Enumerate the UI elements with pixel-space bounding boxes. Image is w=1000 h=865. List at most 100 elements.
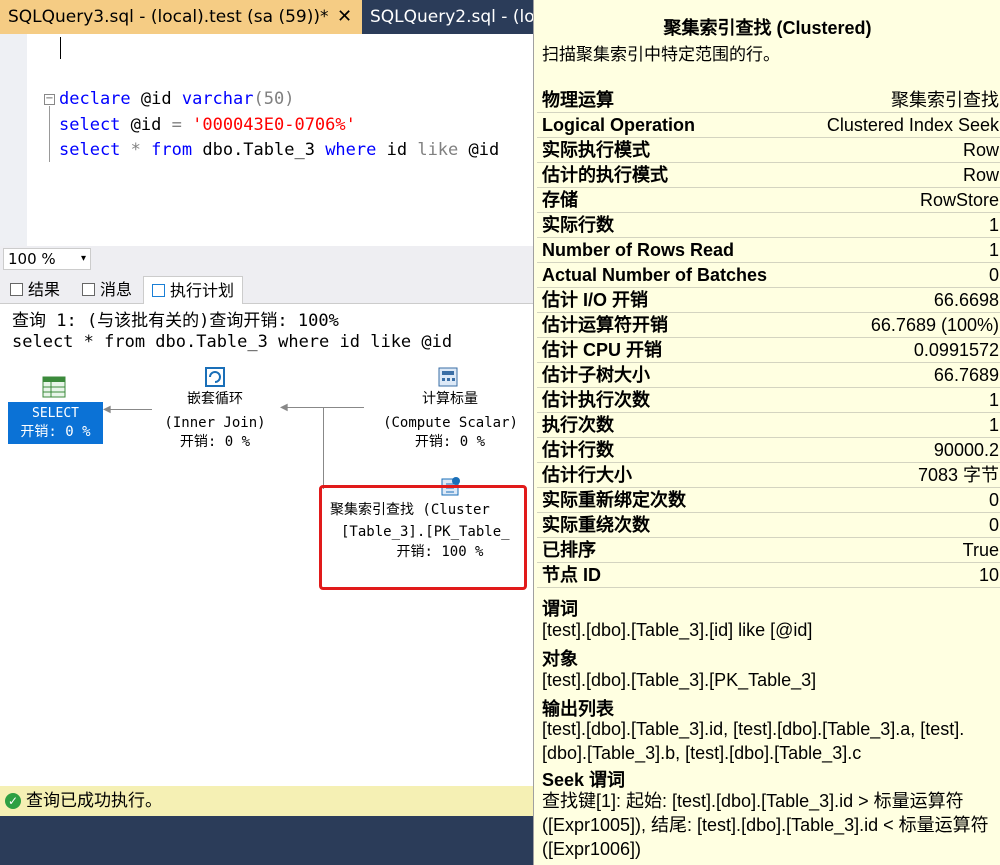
object-value: [test].[dbo].[Table_3].[PK_Table_3] xyxy=(542,670,817,690)
tooltip-title: 聚集索引查找 (Clustered) xyxy=(663,18,872,38)
code-text: id xyxy=(376,140,418,160)
property-value: 66.6698 xyxy=(933,290,999,310)
zoom-bar: 100 % ▾ xyxy=(0,246,540,274)
property-name: 实际重新绑定次数 xyxy=(542,490,686,510)
status-text: 查询已成功执行。 xyxy=(26,791,162,811)
property-value: 0.0991572 xyxy=(913,340,999,360)
select-node-icon xyxy=(42,376,66,398)
tab-sqlquery2[interactable]: SQLQuery2.sql - (lo xyxy=(362,0,562,34)
property-value: 1 xyxy=(988,390,999,410)
property-value: Row xyxy=(962,165,999,185)
tooltip-property-row: 实际执行模式 Row xyxy=(537,138,1000,163)
tooltip-property-row: 物理运算 聚集索引查找 xyxy=(537,88,1000,113)
code-text: @id xyxy=(120,115,172,135)
property-value: 90000.2 xyxy=(933,440,999,460)
property-name: 估计行大小 xyxy=(542,465,632,485)
bottom-strip xyxy=(0,816,540,865)
select-node-cost: 开销: 0 % xyxy=(20,424,91,440)
property-name: 实际执行模式 xyxy=(542,140,650,160)
tooltip-property-table: 物理运算 聚集索引查找 Logical Operation Clustered Ind… xyxy=(537,88,1000,588)
property-name: 估计运算符开销 xyxy=(542,315,668,335)
nested-loops-icon xyxy=(205,367,225,387)
property-value: 0 xyxy=(988,265,999,285)
compute-scalar-sub: (Compute Scalar) xyxy=(383,415,518,431)
compute-scalar-icon xyxy=(438,367,458,387)
plan-arrow xyxy=(104,409,152,410)
tab-messages[interactable]: 消息 xyxy=(74,276,140,303)
predicate-value: [test].[dbo].[Table_3].[id] like [@id] xyxy=(542,620,813,640)
operator: like xyxy=(417,140,459,160)
tooltip-property-row: 执行次数 1 xyxy=(537,413,1000,438)
operator: * xyxy=(130,140,141,160)
keyword: from xyxy=(151,140,193,160)
property-name: 实际重绕次数 xyxy=(542,515,650,535)
operator: = xyxy=(171,115,182,135)
keyword: varchar xyxy=(181,89,254,109)
fold-guide xyxy=(49,106,50,162)
tab-results[interactable]: 结果 xyxy=(2,276,68,303)
editor-gutter xyxy=(0,34,27,246)
zoom-select[interactable]: 100 % ▾ xyxy=(3,248,91,270)
nested-loops-name: 嵌套循环 xyxy=(187,391,243,407)
plan-icon xyxy=(152,284,165,297)
success-icon: ✓ xyxy=(5,793,21,809)
tab-messages-label: 消息 xyxy=(100,280,133,299)
property-name: 物理运算 xyxy=(542,90,614,110)
message-icon xyxy=(82,283,95,296)
property-value: 1 xyxy=(988,415,999,435)
tooltip-description: 扫描聚集索引中特定范围的行。 xyxy=(542,45,780,64)
chevron-down-icon[interactable]: ▾ xyxy=(81,249,86,269)
tab-sqlquery3[interactable]: SQLQuery3.sql - (local).test (sa (59))* … xyxy=(0,0,362,34)
tab-sqlquery3-label: SQLQuery3.sql - (local).test (sa (59))* xyxy=(8,7,329,27)
property-name: 执行次数 xyxy=(542,415,614,435)
collapse-icon[interactable]: − xyxy=(44,94,55,105)
plan-arrow xyxy=(323,407,324,489)
query-sql-text: select * from dbo.Table_3 where id like … xyxy=(12,332,453,352)
property-name: 估计子树大小 xyxy=(542,365,650,385)
property-value: RowStore xyxy=(919,190,999,210)
tooltip-property-row: 估计 I/O 开销 66.6698 xyxy=(537,288,1000,313)
tooltip-property-row: 估计运算符开销 66.7689 (100%) xyxy=(537,313,1000,338)
property-value: 66.7689 (100%) xyxy=(870,315,999,335)
keyword: select xyxy=(59,140,121,160)
code-text: dbo.Table_3 xyxy=(192,140,326,160)
property-name: Number of Rows Read xyxy=(542,240,735,260)
property-name: 已排序 xyxy=(542,540,596,560)
text-caret xyxy=(60,37,61,59)
grid-icon xyxy=(10,283,23,296)
compute-scalar-name: 计算标量 xyxy=(422,391,478,407)
property-value: 1 xyxy=(988,215,999,235)
property-name: 估计执行次数 xyxy=(542,390,650,410)
string-literal: '000043E0-0706%' xyxy=(192,115,356,135)
status-bar: ✓ 查询已成功执行。 xyxy=(0,786,540,816)
tooltip-property-row: 实际行数 1 xyxy=(537,213,1000,238)
tooltip-property-row: 已排序 True xyxy=(537,538,1000,563)
plan-node-select[interactable]: SELECT 开销: 0 % xyxy=(8,402,103,444)
code-text: @id xyxy=(130,89,182,109)
property-name: Actual Number of Batches xyxy=(542,265,768,285)
property-value: 7083 字节 xyxy=(917,465,999,485)
tooltip-property-row: 估计执行次数 1 xyxy=(537,388,1000,413)
close-icon[interactable]: ✕ xyxy=(337,0,352,34)
nested-loops-cost: 开销: 0 % xyxy=(179,434,251,450)
zoom-value: 100 % xyxy=(8,250,56,268)
select-node-name: SELECT xyxy=(32,406,79,421)
property-value: 0 xyxy=(988,490,999,510)
property-value: 1 xyxy=(988,240,999,260)
tooltip-property-row: 估计的执行模式 Row xyxy=(537,163,1000,188)
nested-loops-sub: (Inner Join) xyxy=(164,415,266,431)
property-name: 估计的执行模式 xyxy=(542,165,668,185)
property-name: 实际行数 xyxy=(542,215,614,235)
tooltip-property-row: 实际重新绑定次数 0 xyxy=(537,488,1000,513)
execution-plan-pane[interactable]: 查询 1: (与该批有关的)查询开销: 100% select * from d… xyxy=(0,304,540,786)
property-value: 聚集索引查找 xyxy=(891,90,999,110)
code-line-3: select * from dbo.Table_3 where id like … xyxy=(59,140,499,160)
tooltip-property-row: 节点 ID 10 xyxy=(537,563,1000,588)
compute-scalar-cost: 开销: 0 % xyxy=(414,434,486,450)
tab-execution-plan[interactable]: 执行计划 xyxy=(143,276,244,304)
tooltip-property-row: 估计子树大小 66.7689 xyxy=(537,363,1000,388)
keyword: where xyxy=(325,140,377,160)
